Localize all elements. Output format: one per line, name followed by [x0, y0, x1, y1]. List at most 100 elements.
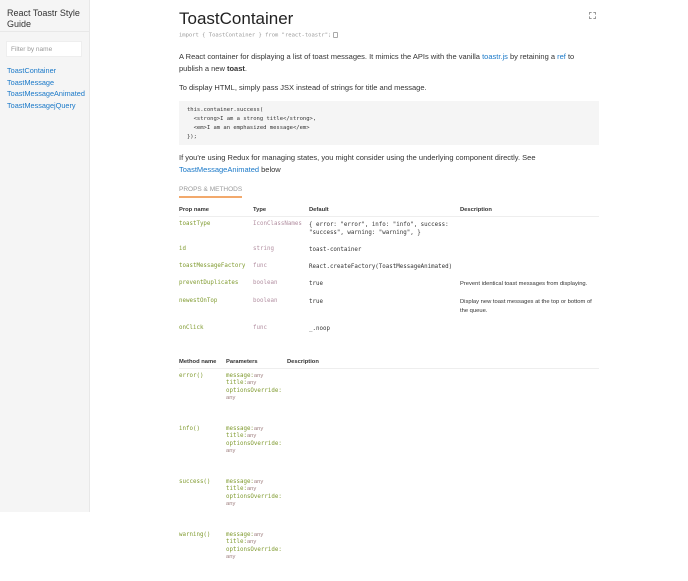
table-row: onClick func _.noop	[179, 321, 599, 338]
method-name: info()	[179, 425, 200, 432]
prop-default: toast-container	[309, 246, 362, 253]
redux-paragraph: If you're using Redux for managing state…	[179, 152, 599, 176]
table-row: toastType IconClassNames { error: "error",…	[179, 216, 599, 242]
prop-type: boolean	[253, 297, 278, 304]
method-name: success()	[179, 478, 211, 485]
param-type: any	[226, 501, 236, 507]
param-type: any	[246, 433, 257, 439]
table-row: newestOnTop boolean true Display new toast …	[179, 294, 599, 321]
param-type: any	[226, 448, 236, 454]
prop-name: toastType	[179, 220, 211, 227]
param-type: any	[246, 380, 257, 386]
prop-name: newestOnTop	[179, 297, 218, 304]
param-name: optionsOverride:	[226, 440, 282, 447]
props-table: Prop name Type Default Description toast…	[179, 203, 599, 338]
import-statement: import { ToastContainer } from "react-to…	[179, 32, 599, 39]
column-header: Type	[253, 203, 309, 217]
sidebar-nav: ToastContainer ToastMessage ToastMessage…	[0, 65, 89, 111]
method-description	[287, 422, 599, 475]
table-row: success() message:any title:any optionsOver…	[179, 475, 599, 528]
redux-text: If you're using Redux for managing state…	[179, 152, 536, 162]
intro-text: by retaining a	[507, 51, 558, 61]
html-note: To display HTML, simply pass JSX instead…	[179, 82, 427, 92]
column-header: Description	[460, 203, 599, 217]
param-type: any	[226, 395, 236, 401]
filter-input[interactable]	[6, 41, 82, 57]
param-name: title:	[226, 539, 247, 545]
param-name: message:	[226, 531, 254, 538]
prop-description	[460, 242, 599, 259]
intro-bold: toast	[226, 63, 245, 73]
intro-paragraph: A React container for displaying a list …	[179, 51, 599, 75]
table-row: toastMessageFactory func React.createFacto…	[179, 259, 599, 276]
sidebar-title: React Toastr Style Guide	[0, 0, 89, 32]
table-row: preventDuplicates boolean true Prevent iden…	[179, 276, 599, 294]
method-parameters: message:any title:any optionsOverride: any	[226, 528, 287, 581]
param-name: optionsOverride:	[226, 493, 282, 500]
sidebar: React Toastr Style Guide ToastContainer …	[0, 0, 90, 512]
param-name: message:	[226, 478, 254, 485]
param-type: any	[226, 554, 236, 560]
param-name: optionsOverride:	[226, 387, 282, 394]
param-name: title:	[226, 380, 247, 386]
prop-default: true	[309, 280, 323, 287]
prop-default: true	[309, 298, 323, 305]
prop-default: { error: "error", info: "info", success:…	[309, 221, 449, 236]
intro-text: A React container for displaying a list …	[179, 51, 483, 61]
sidebar-item-toastmessagejquery[interactable]: ToastMessagejQuery	[0, 100, 89, 112]
method-description	[287, 368, 599, 422]
sidebar-item-toastmessageanimated[interactable]: ToastMessageAnimated	[0, 88, 89, 100]
prop-description: Prevent identical toast messages from di…	[460, 280, 588, 287]
ref-link[interactable]: ref	[557, 52, 566, 61]
param-type: any	[253, 478, 264, 485]
method-parameters: message:any title:any optionsOverride: any	[226, 368, 287, 422]
prop-type: func	[253, 262, 267, 269]
prop-type: boolean	[253, 279, 278, 286]
param-type: any	[253, 531, 264, 538]
param-name: title:	[226, 486, 247, 492]
prop-description	[460, 259, 599, 276]
prop-description: Display new toast messages at the top or…	[460, 298, 592, 314]
method-name: error()	[179, 372, 204, 379]
main-content: ToastContainer import { ToastContainer }…	[179, 0, 599, 581]
prop-type: IconClassNames	[253, 220, 302, 227]
prop-type: func	[253, 324, 267, 331]
page-title: ToastContainer	[179, 9, 294, 28]
redux-text: below	[259, 164, 281, 174]
sidebar-item-toastmessage[interactable]: ToastMessage	[0, 77, 89, 89]
method-description	[287, 528, 599, 581]
prop-name: preventDuplicates	[179, 279, 239, 286]
prop-name: id	[179, 245, 186, 252]
param-name: title:	[226, 433, 247, 439]
code-example: this.container.success( <strong>I am a s…	[179, 100, 599, 145]
column-header: Default	[309, 203, 460, 217]
column-header: Prop name	[179, 203, 253, 217]
param-type: any	[246, 486, 257, 492]
copy-icon[interactable]	[333, 32, 339, 38]
prop-default: React.createFactory(ToastMessageAnimated…	[309, 263, 453, 270]
section-heading: PROPS & METHODS	[179, 186, 243, 198]
param-type: any	[253, 372, 264, 379]
table-row: info() message:any title:any optionsOverrid…	[179, 422, 599, 475]
param-name: optionsOverride:	[226, 546, 282, 553]
column-header: Parameters	[226, 355, 287, 369]
prop-type: string	[253, 245, 274, 252]
method-name: warning()	[179, 531, 211, 538]
prop-description	[460, 321, 599, 338]
column-header: Description	[287, 355, 599, 369]
prop-description	[460, 216, 599, 242]
param-name: message:	[226, 372, 254, 379]
prop-name: onClick	[179, 324, 204, 331]
toastmessageanimated-link[interactable]: ToastMessageAnimated	[179, 165, 259, 174]
method-parameters: message:any title:any optionsOverride: any	[226, 475, 287, 528]
import-text: import { ToastContainer } from "react-to…	[179, 32, 332, 39]
param-type: any	[246, 539, 257, 545]
toastr-link[interactable]: toastr.js	[482, 52, 508, 61]
sidebar-item-toastcontainer[interactable]: ToastContainer	[0, 65, 89, 77]
methods-table: Method name Parameters Description error…	[179, 355, 599, 581]
table-row: warning() message:any title:any optionsOver…	[179, 528, 599, 581]
prop-name: toastMessageFactory	[179, 262, 246, 269]
param-type: any	[253, 425, 264, 432]
param-name: message:	[226, 425, 254, 432]
intro-text: .	[244, 63, 247, 73]
